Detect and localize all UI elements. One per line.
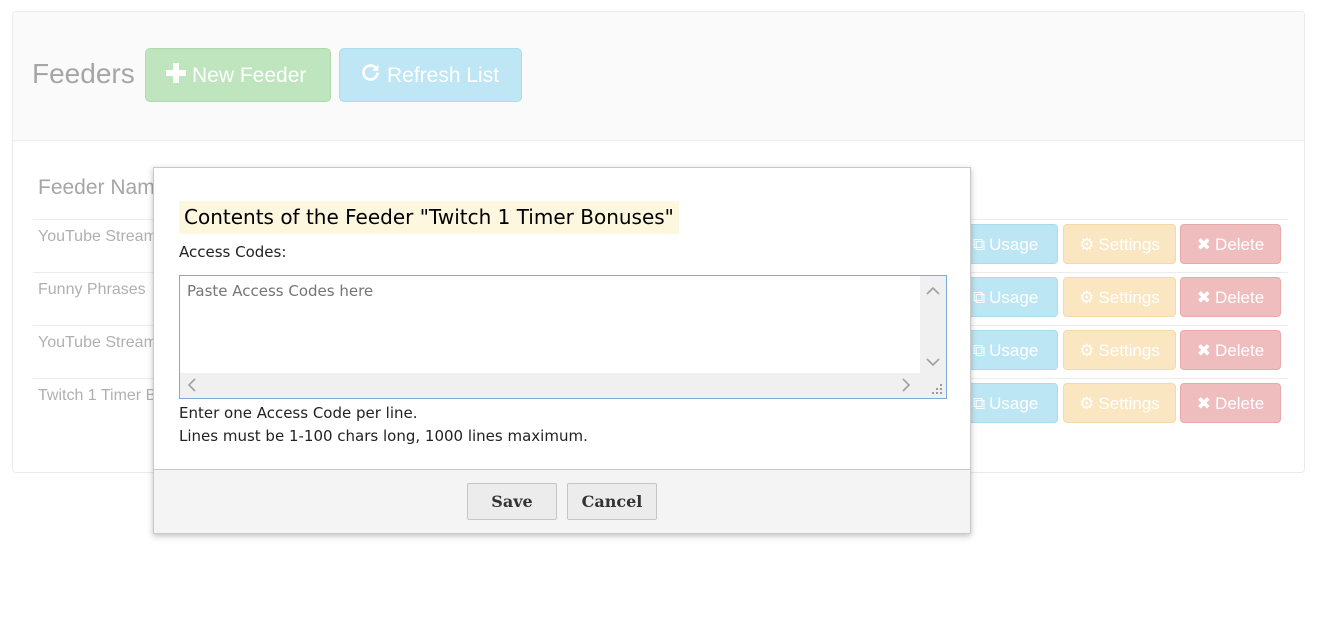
usage-button[interactable]: ⧉ Usage: [958, 330, 1058, 370]
resize-grip-icon: [932, 384, 942, 394]
refresh-list-button[interactable]: Refresh List: [339, 48, 522, 102]
usage-label: Usage: [989, 341, 1039, 360]
refresh-list-label: Refresh List: [387, 64, 500, 87]
delete-button[interactable]: ✖ Delete: [1180, 383, 1281, 423]
external-link-icon: ⧉: [973, 235, 986, 254]
delete-label: Delete: [1215, 288, 1265, 307]
page-title: Feeders: [32, 58, 135, 89]
new-feeder-label: New Feeder: [192, 64, 307, 87]
access-codes-textarea-frame: [179, 275, 947, 399]
scroll-down-icon[interactable]: [926, 354, 940, 370]
close-icon: ✖: [1196, 235, 1212, 254]
settings-label: Settings: [1098, 288, 1160, 307]
delete-label: Delete: [1215, 235, 1265, 254]
feeder-contents-dialog: Contents of the Feeder "Twitch 1 Timer B…: [153, 167, 971, 534]
usage-label: Usage: [989, 394, 1039, 413]
usage-label: Usage: [989, 235, 1039, 254]
column-header-feeder-name: Feeder Name: [38, 176, 160, 199]
help-text-line-1: Enter one Access Code per line.: [179, 404, 418, 422]
scroll-right-icon[interactable]: [901, 378, 911, 395]
settings-label: Settings: [1098, 394, 1160, 413]
close-icon: ✖: [1196, 341, 1212, 360]
access-codes-textarea[interactable]: [180, 276, 920, 372]
help-text-line-2: Lines must be 1-100 chars long, 1000 lin…: [179, 427, 588, 445]
feeder-name: YouTube Stream: [38, 334, 155, 351]
access-codes-label: Access Codes:: [179, 243, 287, 261]
external-link-icon: ⧉: [973, 288, 986, 307]
resize-handle[interactable]: [920, 373, 946, 398]
usage-label: Usage: [989, 288, 1039, 307]
delete-label: Delete: [1215, 341, 1265, 360]
dialog-title: Contents of the Feeder "Twitch 1 Timer B…: [179, 201, 679, 234]
close-icon: ✖: [1196, 288, 1212, 307]
scroll-left-icon[interactable]: [187, 378, 197, 395]
settings-button[interactable]: ⚙ Settings: [1063, 224, 1176, 264]
settings-button[interactable]: ⚙ Settings: [1063, 330, 1176, 370]
delete-button[interactable]: ✖ Delete: [1180, 330, 1281, 370]
usage-button[interactable]: ⧉ Usage: [958, 277, 1058, 317]
close-icon: ✖: [1196, 394, 1212, 413]
gear-icon: ⚙: [1079, 394, 1095, 413]
gear-icon: ⚙: [1079, 288, 1095, 307]
gear-icon: ⚙: [1079, 235, 1095, 254]
save-button[interactable]: Save: [467, 483, 557, 520]
refresh-icon: [360, 50, 381, 104]
settings-button[interactable]: ⚙ Settings: [1063, 277, 1176, 317]
vertical-scrollbar[interactable]: [920, 276, 946, 373]
feeder-name: Funny Phrases: [38, 281, 146, 298]
settings-button[interactable]: ⚙ Settings: [1063, 383, 1176, 423]
scroll-up-icon[interactable]: [926, 283, 940, 299]
gear-icon: ⚙: [1079, 341, 1095, 360]
delete-button[interactable]: ✖ Delete: [1180, 277, 1281, 317]
settings-label: Settings: [1098, 235, 1160, 254]
horizontal-scrollbar[interactable]: [180, 373, 920, 398]
feeder-name: Twitch 1 Timer Bonuses: [38, 387, 155, 404]
dialog-footer: Save Cancel: [154, 469, 970, 533]
usage-button[interactable]: ⧉ Usage: [958, 224, 1058, 264]
usage-button[interactable]: ⧉ Usage: [958, 383, 1058, 423]
panel-header: Feeders New Feeder Refresh List: [13, 12, 1304, 141]
external-link-icon: ⧉: [973, 341, 986, 360]
new-feeder-button[interactable]: New Feeder: [145, 48, 331, 102]
cancel-button[interactable]: Cancel: [567, 483, 657, 520]
plus-icon: [166, 50, 186, 104]
delete-label: Delete: [1215, 394, 1265, 413]
external-link-icon: ⧉: [973, 394, 986, 413]
settings-label: Settings: [1098, 341, 1160, 360]
delete-button[interactable]: ✖ Delete: [1180, 224, 1281, 264]
feeder-name: YouTube Stream: [38, 228, 155, 245]
